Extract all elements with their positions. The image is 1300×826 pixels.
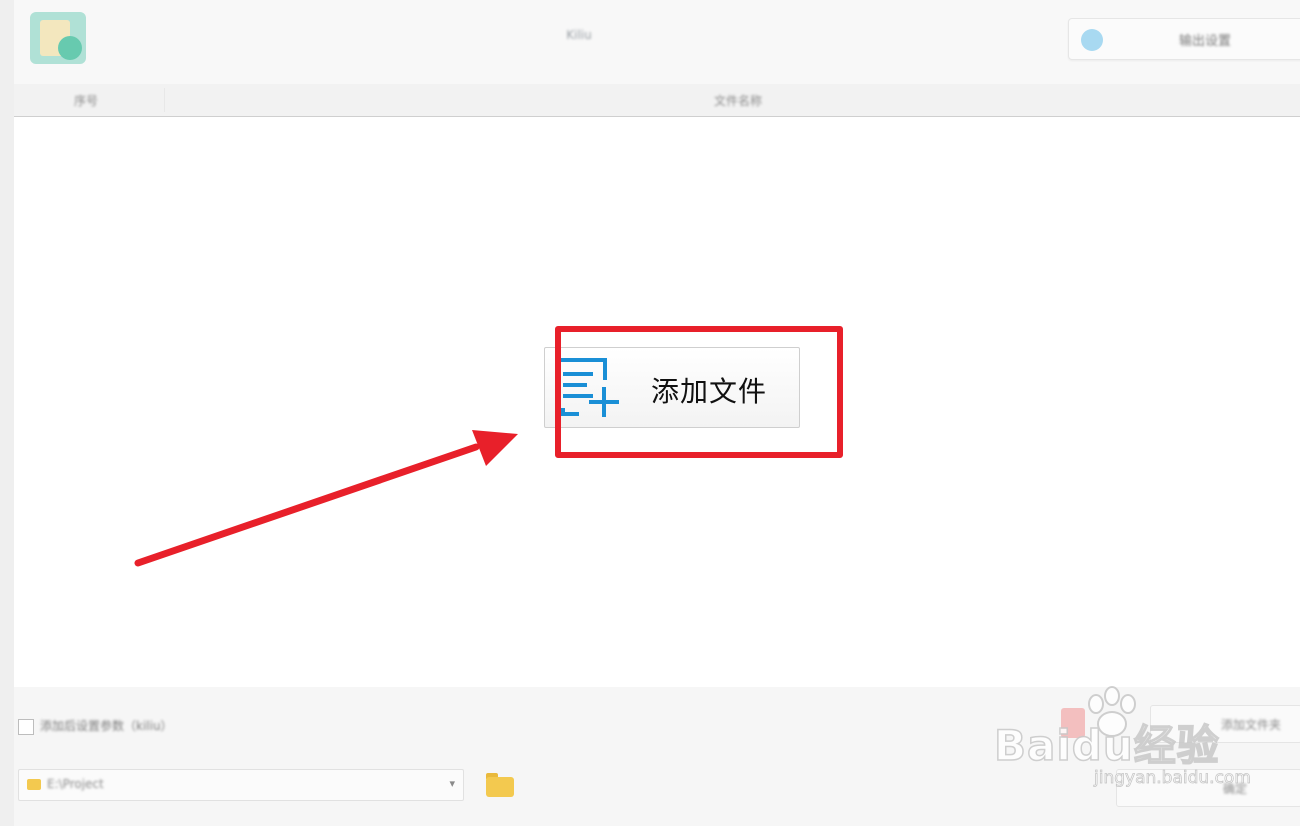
checkbox-label: 添加后设置参数（kiliu） — [40, 719, 173, 733]
output-path-select[interactable]: E:\Project ▾ — [18, 769, 464, 801]
chevron-down-icon: ▾ — [449, 777, 455, 790]
folder-small-icon — [27, 779, 41, 790]
watermark-url: jingyan.baidu.com — [1094, 768, 1252, 789]
app-window: Kiliu 输出设置 序号 文件名称 添加文件 添加后设置参数（kiliu） E… — [0, 0, 1300, 826]
browse-folder-button[interactable] — [484, 771, 516, 799]
watermark-brand: Baidu经验 — [993, 720, 1220, 771]
baidu-jingyan-watermark: Baidu经验 jingyan.baidu.com — [990, 684, 1290, 794]
settings-after-add-checkbox[interactable] — [18, 719, 34, 735]
output-path-value: E:\Project — [47, 777, 104, 791]
